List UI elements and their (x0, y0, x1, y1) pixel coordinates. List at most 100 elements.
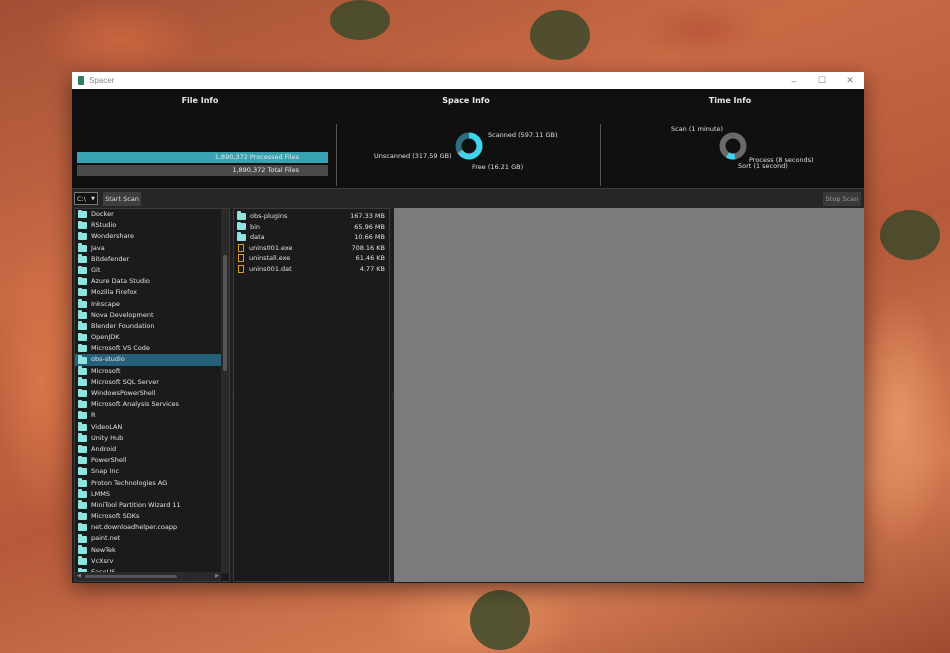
file-size: 10.66 MB (354, 233, 385, 241)
app-icon (78, 76, 84, 85)
folder-icon (78, 366, 87, 375)
folder-item[interactable]: Inkscape (75, 299, 221, 310)
folder-icon (78, 310, 87, 319)
horizontal-scrollbar[interactable]: ◀ ▶ (75, 572, 221, 581)
file-item[interactable]: bin 65.96 MB (234, 221, 389, 233)
scroll-right-icon[interactable]: ▶ (215, 572, 219, 581)
folder-icon (78, 332, 87, 342)
folder-item[interactable]: obs-studio (75, 354, 221, 366)
folder-item[interactable]: Unity Hub (75, 433, 221, 444)
folder-item[interactable]: PowerShell (75, 455, 221, 466)
folder-item[interactable]: Wondershare (75, 231, 221, 242)
folder-list: Docker RStudio Wondershare Java Bitdefender G… (75, 209, 221, 578)
spacer-window: Spacer – ☐ ✕ File Info 1,890,372 Process… (72, 72, 864, 583)
scrollbar-thumb[interactable] (85, 575, 177, 578)
folder-name: Wondershare (91, 232, 134, 241)
folder-item[interactable]: VideoLAN (75, 422, 221, 433)
folder-name: paint.net (91, 534, 121, 543)
folder-item[interactable]: Snap Inc (75, 466, 221, 477)
file-size: 4.77 KB (359, 264, 385, 273)
scrollbar-thumb[interactable] (223, 255, 227, 371)
folder-item[interactable]: Proton Technologies AG (75, 478, 221, 489)
folder-item[interactable]: Blender Foundation (75, 321, 221, 332)
file-name: unins001.exe (249, 243, 293, 252)
file-item[interactable]: unins001.dat 4.77 KB (234, 264, 389, 275)
folder-icon (237, 232, 246, 241)
folder-icon (78, 556, 87, 565)
folder-contents-pane[interactable]: obs-plugins 167.33 MB bin 65.96 MB data 10.66… (233, 208, 390, 582)
file-size: 708.16 KB (351, 243, 385, 252)
tree-decoration (530, 10, 590, 60)
title-bar[interactable]: Spacer – ☐ ✕ (72, 72, 864, 89)
folder-icon (78, 343, 87, 353)
folder-item[interactable]: paint.net (75, 533, 221, 544)
folder-name: Microsoft VS Code (91, 344, 150, 353)
close-button[interactable]: ✕ (836, 75, 864, 86)
folder-item[interactable]: Microsoft SQL Server (75, 377, 221, 388)
folder-item[interactable]: Microsoft SDKs (75, 511, 221, 522)
stop-scan-button[interactable]: Stop Scan (823, 192, 861, 206)
file-item[interactable]: data 10.66 MB (234, 232, 389, 243)
processed-files-bar: 1,890,372 Processed Files (77, 152, 328, 163)
folder-icon (78, 377, 87, 386)
folder-item[interactable]: Git (75, 265, 221, 276)
toolbar: C:\ ▼ Start Scan Stop Scan (72, 188, 864, 209)
folder-item[interactable]: MiniTool Partition Wizard 11 (75, 500, 221, 511)
folder-item[interactable]: Docker (75, 209, 221, 220)
folder-item[interactable]: WindowsPowerShell (75, 388, 221, 399)
folder-item[interactable]: Nova Development (75, 310, 221, 321)
folder-item[interactable]: Bitdefender (75, 254, 221, 265)
minimize-button[interactable]: – (780, 76, 808, 86)
time-info-title: Time Info (708, 96, 752, 105)
folder-item[interactable]: net.downloadhelper.coapp (75, 522, 221, 533)
folder-item[interactable]: Azure Data Studio (75, 276, 221, 287)
folder-name: Docker (91, 210, 114, 218)
divider (600, 124, 601, 186)
folder-name: Microsoft (91, 366, 121, 375)
folder-icon (78, 422, 87, 431)
folder-icon (78, 500, 87, 509)
scroll-left-icon[interactable]: ◀ (77, 572, 81, 581)
folder-icon (78, 231, 87, 241)
drive-value: C:\ (77, 195, 86, 203)
file-item[interactable]: unins001.exe 708.16 KB (234, 243, 389, 254)
folder-icon (78, 355, 87, 364)
drive-select[interactable]: C:\ ▼ (74, 192, 98, 205)
vertical-scrollbar[interactable] (221, 209, 229, 573)
file-item[interactable]: uninstall.exe 61.46 KB (234, 253, 389, 264)
folder-item[interactable]: R (75, 410, 221, 421)
folder-name: Blender Foundation (91, 321, 155, 330)
file-info-title: File Info (181, 96, 219, 105)
folder-name: OpenJDK (91, 333, 120, 342)
folder-icon (78, 433, 87, 442)
file-item[interactable]: obs-plugins 167.33 MB (234, 211, 389, 222)
folder-item[interactable]: NewTek (75, 545, 221, 556)
folder-item[interactable]: LMMS (75, 489, 221, 500)
folder-name: Microsoft SQL Server (91, 377, 159, 386)
folder-item[interactable]: Microsoft (75, 366, 221, 377)
folder-item[interactable]: Android (75, 444, 221, 455)
folder-name: Bitdefender (91, 254, 130, 263)
folder-icon (78, 455, 87, 465)
file-name: unins001.dat (249, 264, 292, 273)
folder-list-pane[interactable]: Docker RStudio Wondershare Java Bitdefender G… (74, 208, 230, 582)
folder-name: NewTek (91, 545, 116, 554)
folder-icon (78, 209, 87, 219)
folder-item[interactable]: RStudio (75, 220, 221, 231)
folder-item[interactable]: Microsoft VS Code (75, 343, 221, 354)
folder-item[interactable]: OpenJDK (75, 332, 221, 343)
file-size: 61.46 KB (355, 254, 385, 262)
folder-item[interactable]: VcXsrv (75, 556, 221, 567)
folder-icon (78, 444, 87, 454)
folder-item[interactable]: Mozilla Firefox (75, 287, 221, 298)
maximize-button[interactable]: ☐ (808, 75, 836, 86)
folder-item[interactable]: Java (75, 243, 221, 254)
folder-icon (78, 243, 87, 252)
folder-icon (78, 287, 87, 297)
file-name: data (250, 233, 265, 241)
time-donut-chart (719, 132, 747, 160)
scanned-label: Scanned (597.11 GB) (488, 131, 558, 139)
folder-item[interactable]: Microsoft Analysis Services (75, 399, 221, 410)
splitter-handle[interactable]: ⋮ (390, 392, 396, 402)
start-scan-button[interactable]: Start Scan (103, 192, 141, 206)
